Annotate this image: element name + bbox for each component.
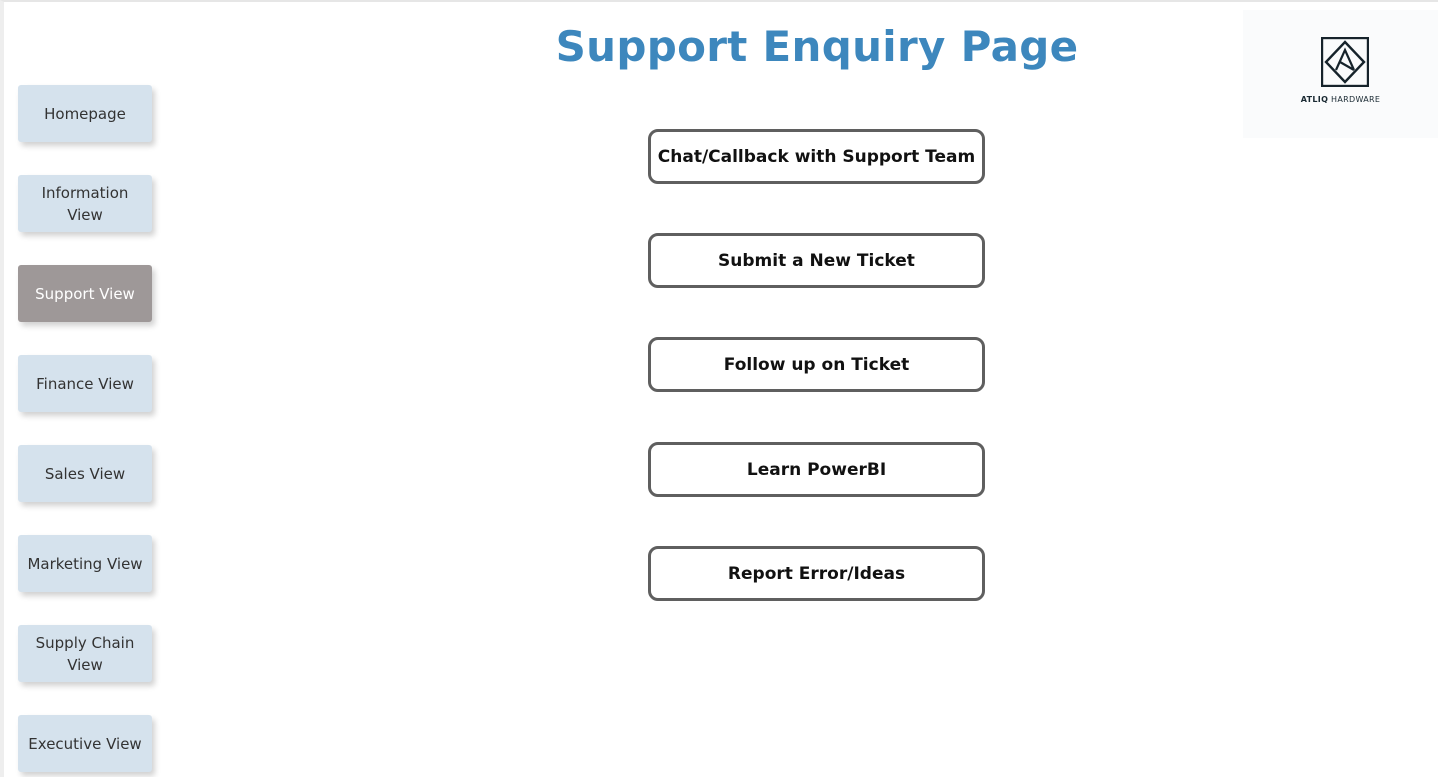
brand-logo: ATLIQ HARDWARE <box>1243 10 1438 138</box>
brand-name-bold: ATLIQ <box>1300 95 1329 104</box>
brand-name-rest: HARDWARE <box>1331 95 1381 104</box>
sidebar-item-homepage[interactable]: Homepage <box>18 85 152 142</box>
chat-callback-button[interactable]: Chat/Callback with Support Team <box>648 129 985 184</box>
sidebar-item-marketing-view[interactable]: Marketing View <box>18 535 152 592</box>
sidebar-item-executive-view[interactable]: Executive View <box>18 715 152 772</box>
learn-powerbi-button[interactable]: Learn PowerBI <box>648 442 985 497</box>
follow-up-ticket-button[interactable]: Follow up on Ticket <box>648 337 985 392</box>
sidebar-item-finance-view[interactable]: Finance View <box>18 355 152 412</box>
sidebar-item-support-view[interactable]: Support View <box>18 265 152 322</box>
report-error-ideas-button[interactable]: Report Error/Ideas <box>648 546 985 601</box>
sidebar-item-supply-chain-view[interactable]: Supply Chain View <box>18 625 152 682</box>
page-title: Support Enquiry Page <box>555 22 1079 71</box>
sidebar-item-sales-view[interactable]: Sales View <box>18 445 152 502</box>
submit-ticket-button[interactable]: Submit a New Ticket <box>648 233 985 288</box>
brand-wordmark: ATLIQ HARDWARE <box>1243 95 1438 104</box>
sidebar-item-information-view[interactable]: Information View <box>18 175 152 232</box>
atliq-logo-icon <box>1321 37 1369 87</box>
